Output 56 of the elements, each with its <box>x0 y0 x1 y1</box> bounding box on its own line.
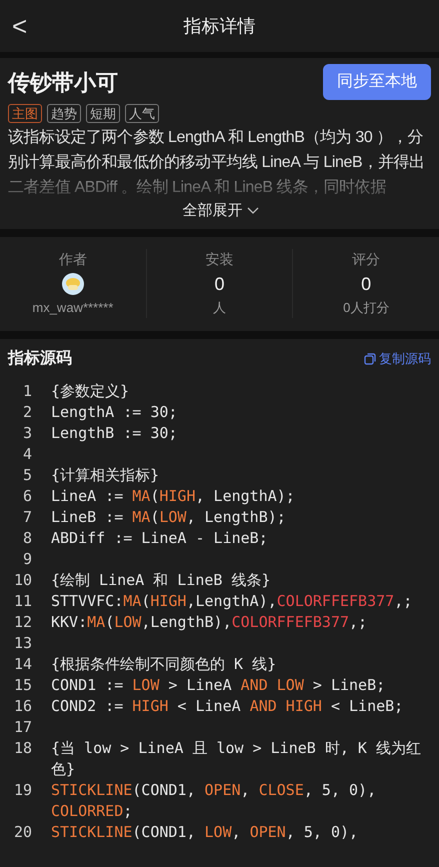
line-number: 6 <box>22 486 32 506</box>
code-line: STICKLINE(COND1, OPEN, CLOSE, 5, 0), COLORRED; <box>51 780 378 822</box>
line-number: 8 <box>22 528 32 548</box>
line-number: 19 <box>12 780 32 800</box>
stat-label: 评分 <box>352 250 380 270</box>
line-number: 15 <box>12 674 32 696</box>
line-number: 17 <box>12 716 32 738</box>
code-line: LengthA := 30; <box>51 402 178 422</box>
code-line: ABDiff := LineA - LineB; <box>51 528 269 548</box>
code-line: {根据条件绘制不同颜色的 K 线} <box>51 654 278 674</box>
line-number: 9 <box>22 548 32 570</box>
line-number: 5 <box>22 464 32 486</box>
code-line: COND2 := HIGH < LineA AND HIGH < LineB; <box>51 696 404 716</box>
code-line: {当 low > LineA 且 low > LineB 时, K 线为红色} <box>51 738 421 780</box>
stat-label: 安装 <box>206 250 234 270</box>
line-number: 12 <box>12 612 32 632</box>
tag: 人气 <box>125 104 159 123</box>
code-line: STICKLINE(COND1, LOW, OPEN, 5, 0), <box>51 822 360 842</box>
code-line: KKV:MA(LOW,LengthB),COLORFFEFB377,; <box>51 612 368 632</box>
code-line: LengthB := 30; <box>51 422 178 444</box>
line-number: 14 <box>12 654 32 674</box>
expand-button[interactable]: 全部展开 <box>182 200 258 222</box>
line-number: 2 <box>22 402 32 422</box>
stat-unit: 人 <box>213 299 226 318</box>
line-number: 16 <box>12 696 32 716</box>
code-line: {参数定义} <box>51 380 130 402</box>
sync-button[interactable]: 同步至本地 <box>323 64 431 100</box>
line-number: 11 <box>12 590 32 612</box>
author-name: mx_waw****** <box>32 299 114 318</box>
line-number: 13 <box>12 632 32 654</box>
tag: 趋势 <box>47 104 81 123</box>
page-title: 指标详情 <box>184 14 256 38</box>
source-title: 指标源码 <box>8 348 72 368</box>
line-number: 18 <box>12 738 32 758</box>
code-line: LineA := MA(HIGH, LengthA); <box>51 486 296 506</box>
code-line: {绘制 LineA 和 LineB 线条} <box>51 570 272 590</box>
description-text: 该指标设定了两个参数 LengthA 和 LengthB（均为 30 ），分别计算最高价和最低价的移动平均线 LineA 与 LineB，并得出二者差值 ABDiff 。绘制 LineA 和 LineB 线条，同时依据 <box>8 128 426 198</box>
stat-value: 0 <box>361 273 372 296</box>
stat-unit: 0人打分 <box>343 299 390 318</box>
code-line: COND1 := LOW > LineA AND LOW > LineB; <box>51 674 386 696</box>
code-line: STTVVFC:MA(HIGH,LengthA),COLORFFEFB377,; <box>51 590 414 612</box>
line-number: 7 <box>22 506 32 528</box>
stat-label: 作者 <box>58 250 87 270</box>
code-line: {计算相关指标} <box>51 464 160 486</box>
line-number: 1 <box>22 380 32 402</box>
indicator-name: 传钞带小可 <box>8 68 118 96</box>
line-number: 10 <box>12 570 32 590</box>
line-number: 3 <box>22 422 32 444</box>
code-line: LineB := MA(LOW, LengthB); <box>51 506 287 528</box>
copy-source-button[interactable]: 复制源码 <box>364 348 431 368</box>
stat-value: 0 <box>214 273 225 296</box>
tag: 主图 <box>8 104 42 123</box>
line-number: 20 <box>12 822 32 842</box>
back-button[interactable]: < <box>8 12 32 40</box>
tag: 短期 <box>86 104 120 123</box>
line-number: 4 <box>22 444 32 464</box>
